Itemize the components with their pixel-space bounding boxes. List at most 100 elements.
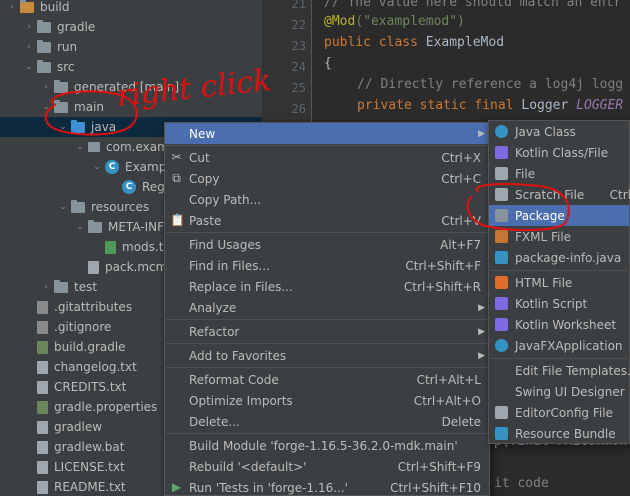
chevron-down-icon[interactable]: ⌄: [57, 122, 69, 132]
menu-shortcut: Ctrl+Alt+O: [413, 393, 481, 408]
menu-item-label: Optimize Imports: [189, 393, 293, 408]
tree-item[interactable]: .gitattributes: [0, 297, 132, 317]
tree-item[interactable]: gradlew.bat: [0, 437, 124, 457]
package-icon: [495, 209, 508, 222]
menu-item-copy-path[interactable]: Copy Path...: [165, 189, 489, 210]
menu-item-paste[interactable]: 📋 Paste Ctrl+V: [165, 210, 489, 231]
file-icon: [105, 240, 116, 254]
chevron-down-icon[interactable]: ⌄: [74, 222, 86, 232]
file-icon: [37, 400, 48, 414]
submenu-item-javafxapplication[interactable]: JavaFXApplication: [489, 335, 629, 356]
tree-item[interactable]: gradle.properties: [0, 397, 157, 417]
menu-item-reformat-code[interactable]: Reformat Code Ctrl+Alt+L: [165, 369, 489, 390]
line-number: 21: [291, 0, 306, 11]
submenu-item-label: Swing UI Designer: [515, 384, 625, 399]
tree-item[interactable]: › build: [0, 0, 70, 17]
tree-item-label: .gitattributes: [54, 300, 133, 314]
tree-item[interactable]: › gradle: [0, 17, 95, 37]
submenu-item-kotlin-class-file[interactable]: Kotlin Class/File: [489, 142, 629, 163]
chevron-down-icon[interactable]: ⌄: [23, 62, 35, 72]
menu-separator: [166, 145, 488, 146]
submenu-item-label: Kotlin Worksheet: [515, 317, 617, 332]
tree-item-label: gradle: [57, 20, 96, 34]
menu-item-add-to-favorites[interactable]: Add to Favorites ▶: [165, 345, 489, 366]
menu-item-build-module-forge-1-16-5-36-2-0-mdk-main[interactable]: Build Module 'forge-1.16.5-36.2.0-mdk.ma…: [165, 435, 489, 456]
submenu-item-fxml-file[interactable]: FXML File: [489, 226, 629, 247]
menu-separator: [490, 358, 628, 359]
submenu-item-edit-file-templates[interactable]: Edit File Templates...: [489, 360, 630, 381]
kotlin-icon: [495, 146, 508, 159]
menu-shortcut: Ctrl: [609, 187, 630, 202]
menu-item-refactor[interactable]: Refactor ▶: [165, 321, 489, 342]
tree-item[interactable]: CREDITS.txt: [0, 377, 126, 397]
tree-item[interactable]: ⌄ src: [0, 57, 75, 77]
submenu-item-file[interactable]: File: [489, 163, 629, 184]
menu-shortcut: Ctrl+V: [441, 213, 481, 228]
menu-item-label: Run 'Tests in 'forge-1.16...': [189, 480, 348, 495]
menu-item-label: Find Usages: [189, 237, 262, 252]
tree-item[interactable]: › test: [0, 277, 97, 297]
submenu-item-package-info-java[interactable]: package-info.java: [489, 247, 629, 268]
tree-item[interactable]: pack.mcmet: [0, 257, 179, 277]
chevron-down-icon[interactable]: ⌄: [57, 202, 69, 212]
tree-item[interactable]: › generated [main]: [0, 77, 179, 97]
menu-item-label: Replace in Files...: [189, 279, 293, 294]
tree-item[interactable]: build.gradle: [0, 337, 126, 357]
chevron-right-icon[interactable]: ›: [40, 82, 52, 92]
menu-item-find-usages[interactable]: Find Usages Alt+F7: [165, 234, 489, 255]
tree-item[interactable]: .gitignore: [0, 317, 111, 337]
menu-item-rebuild-default[interactable]: Rebuild '<default>' Ctrl+Shift+F9: [165, 456, 489, 477]
menu-item-new[interactable]: New ▶: [165, 123, 489, 144]
tree-item[interactable]: changelog.txt: [0, 357, 137, 377]
chevron-right-icon[interactable]: ›: [6, 2, 18, 12]
chevron-down-icon[interactable]: ⌄: [74, 142, 86, 152]
tree-item[interactable]: README.txt: [0, 477, 126, 496]
tree-item-label: main: [74, 100, 104, 114]
tree-item-label: generated [main]: [74, 80, 180, 94]
menu-item-label: Copy Path...: [189, 192, 262, 207]
tree-item[interactable]: › run: [0, 37, 77, 57]
submenu-item-swing-ui-designer[interactable]: Swing UI Designer: [489, 381, 629, 402]
submenu-item-scratch-file[interactable]: Scratch File Ctrl: [489, 184, 630, 205]
tree-item[interactable]: gradlew: [0, 417, 102, 437]
tree-item-label: META-INF: [108, 220, 165, 234]
menu-item-analyze[interactable]: Analyze ▶: [165, 297, 489, 318]
tree-item[interactable]: ⌄ META-INF: [0, 217, 164, 237]
tree-item[interactable]: mods.tor: [0, 237, 176, 257]
menu-item-label: New: [189, 126, 216, 141]
tree-item[interactable]: ⌄ C ExampleM: [0, 157, 187, 177]
menu-separator: [166, 367, 488, 368]
menu-shortcut: Ctrl+Alt+L: [416, 372, 481, 387]
chevron-right-icon[interactable]: ›: [23, 22, 35, 32]
line-number: 25: [291, 81, 306, 95]
submenu-item-editorconfig-file[interactable]: EditorConfig File: [489, 402, 629, 423]
menu-item-copy[interactable]: ⧉ Copy Ctrl+C: [165, 168, 489, 189]
submenu-item-label: Kotlin Class/File: [515, 145, 609, 160]
chevron-right-icon[interactable]: ›: [23, 42, 35, 52]
tree-item[interactable]: ⌄ com.example: [0, 137, 187, 157]
menu-item-optimize-imports[interactable]: Optimize Imports Ctrl+Alt+O: [165, 390, 489, 411]
tree-item-label: run: [57, 40, 78, 54]
tree-item[interactable]: ⌄ main: [0, 97, 104, 117]
menu-item-find-in-files[interactable]: Find in Files... Ctrl+Shift+F: [165, 255, 489, 276]
menu-item-label: Reformat Code: [189, 372, 279, 387]
submenu-item-label: EditorConfig File: [515, 405, 613, 420]
menu-item-replace-in-files[interactable]: Replace in Files... Ctrl+Shift+R: [165, 276, 489, 297]
tree-item[interactable]: ⌄ resources: [0, 197, 149, 217]
submenu-item-kotlin-script[interactable]: Kotlin Script: [489, 293, 629, 314]
submenu-item-java-class[interactable]: Java Class: [489, 121, 629, 142]
tree-item[interactable]: LICENSE.txt: [0, 457, 125, 477]
submenu-item-kotlin-worksheet[interactable]: Kotlin Worksheet: [489, 314, 629, 335]
submenu-item-resource-bundle[interactable]: Resource Bundle: [489, 423, 629, 444]
menu-item-delete[interactable]: Delete... Delete: [165, 411, 489, 432]
menu-item-cut[interactable]: ✂ Cut Ctrl+X: [165, 147, 489, 168]
submenu-item-package[interactable]: Package: [489, 205, 629, 226]
chevron-down-icon[interactable]: ⌄: [40, 102, 52, 112]
menu-item-run-tests-in-forge-1-16[interactable]: ▶ Run 'Tests in 'forge-1.16...' Ctrl+Shift…: [165, 477, 489, 496]
tree-item[interactable]: C Regist: [0, 177, 179, 197]
chevron-right-icon[interactable]: ›: [40, 282, 52, 292]
submenu-item-html-file[interactable]: HTML File: [489, 272, 629, 293]
menu-item-label: Find in Files...: [189, 258, 270, 273]
line-number: 26: [291, 102, 306, 116]
chevron-down-icon[interactable]: ⌄: [91, 162, 103, 172]
